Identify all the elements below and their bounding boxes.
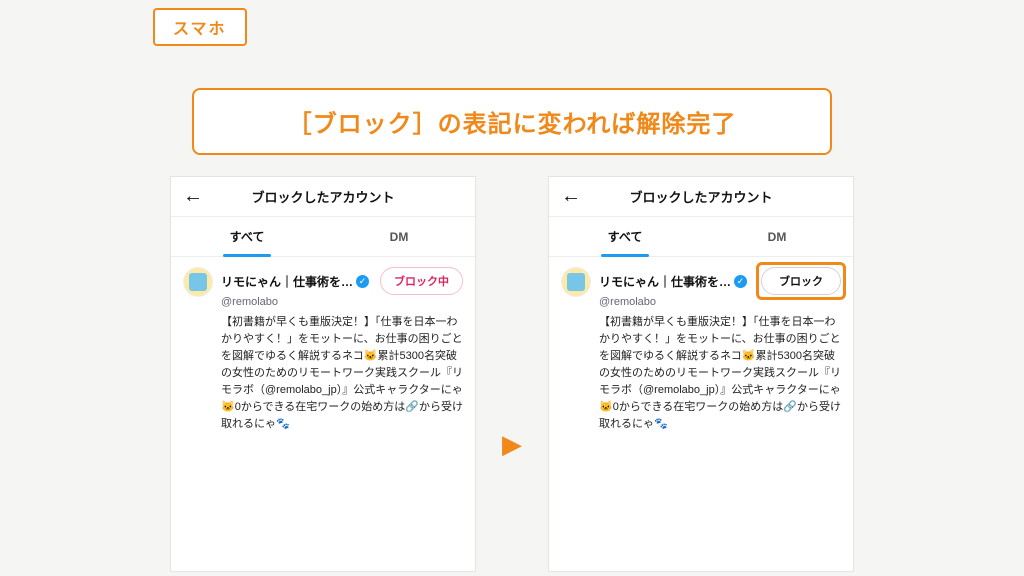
account-row: リモにゃん｜仕事術を… ✓ ブロック @remolabo bbox=[549, 257, 853, 314]
back-icon[interactable]: ← bbox=[183, 185, 203, 208]
account-name: リモにゃん｜仕事術を… bbox=[221, 273, 353, 290]
platform-tag: スマホ bbox=[153, 8, 247, 46]
account-handle: @remolabo bbox=[221, 296, 463, 308]
account-line1: リモにゃん｜仕事術を… ✓ ブロック bbox=[599, 267, 841, 295]
account-main: リモにゃん｜仕事術を… ✓ ブロック中 @remolabo bbox=[221, 267, 463, 308]
verified-badge-icon: ✓ bbox=[734, 275, 747, 288]
account-bio: 【初書籍が早くも重版決定！】「仕事を日本一わかりやすく！」をモットーに、お仕事の… bbox=[549, 314, 853, 443]
phone-header: ← ブロックしたアカウント bbox=[171, 177, 475, 217]
block-status-button[interactable]: ブロック中 bbox=[380, 267, 463, 295]
block-button-wrap: ブロック bbox=[761, 267, 841, 295]
name-wrap: リモにゃん｜仕事術を… ✓ bbox=[221, 273, 369, 290]
tabs: すべて DM bbox=[549, 217, 853, 257]
screen-title: ブロックしたアカウント bbox=[549, 187, 853, 206]
instruction-callout: ［ブロック］の表記に変われば解除完了 bbox=[192, 88, 832, 155]
tab-all[interactable]: すべて bbox=[549, 217, 701, 256]
tab-dm[interactable]: DM bbox=[323, 217, 475, 256]
arrow-icon: ▶ bbox=[502, 429, 522, 460]
account-main: リモにゃん｜仕事術を… ✓ ブロック @remolabo bbox=[599, 267, 841, 308]
account-handle: @remolabo bbox=[599, 296, 841, 308]
phone-left: ← ブロックしたアカウント すべて DM リモにゃん｜仕事術を… ✓ ブロック中… bbox=[170, 176, 476, 572]
account-row: リモにゃん｜仕事術を… ✓ ブロック中 @remolabo bbox=[171, 257, 475, 314]
tab-dm[interactable]: DM bbox=[701, 217, 853, 256]
tab-all[interactable]: すべて bbox=[171, 217, 323, 256]
block-button[interactable]: ブロック bbox=[761, 267, 841, 295]
tabs: すべて DM bbox=[171, 217, 475, 257]
avatar[interactable] bbox=[561, 267, 591, 297]
account-bio: 【初書籍が早くも重版決定！】「仕事を日本一わかりやすく！」をモットーに、お仕事の… bbox=[171, 314, 475, 443]
screen-title: ブロックしたアカウント bbox=[171, 187, 475, 206]
phone-right: ← ブロックしたアカウント すべて DM リモにゃん｜仕事術を… ✓ ブロック bbox=[548, 176, 854, 572]
verified-badge-icon: ✓ bbox=[356, 275, 369, 288]
phones-row: ← ブロックしたアカウント すべて DM リモにゃん｜仕事術を… ✓ ブロック中… bbox=[0, 176, 1024, 572]
avatar[interactable] bbox=[183, 267, 213, 297]
instruction-text: ［ブロック］の表記に変われば解除完了 bbox=[288, 111, 737, 138]
account-line1: リモにゃん｜仕事術を… ✓ ブロック中 bbox=[221, 267, 463, 295]
phone-header: ← ブロックしたアカウント bbox=[549, 177, 853, 217]
account-name: リモにゃん｜仕事術を… bbox=[599, 273, 731, 290]
name-wrap: リモにゃん｜仕事術を… ✓ bbox=[599, 273, 747, 290]
back-icon[interactable]: ← bbox=[561, 185, 581, 208]
